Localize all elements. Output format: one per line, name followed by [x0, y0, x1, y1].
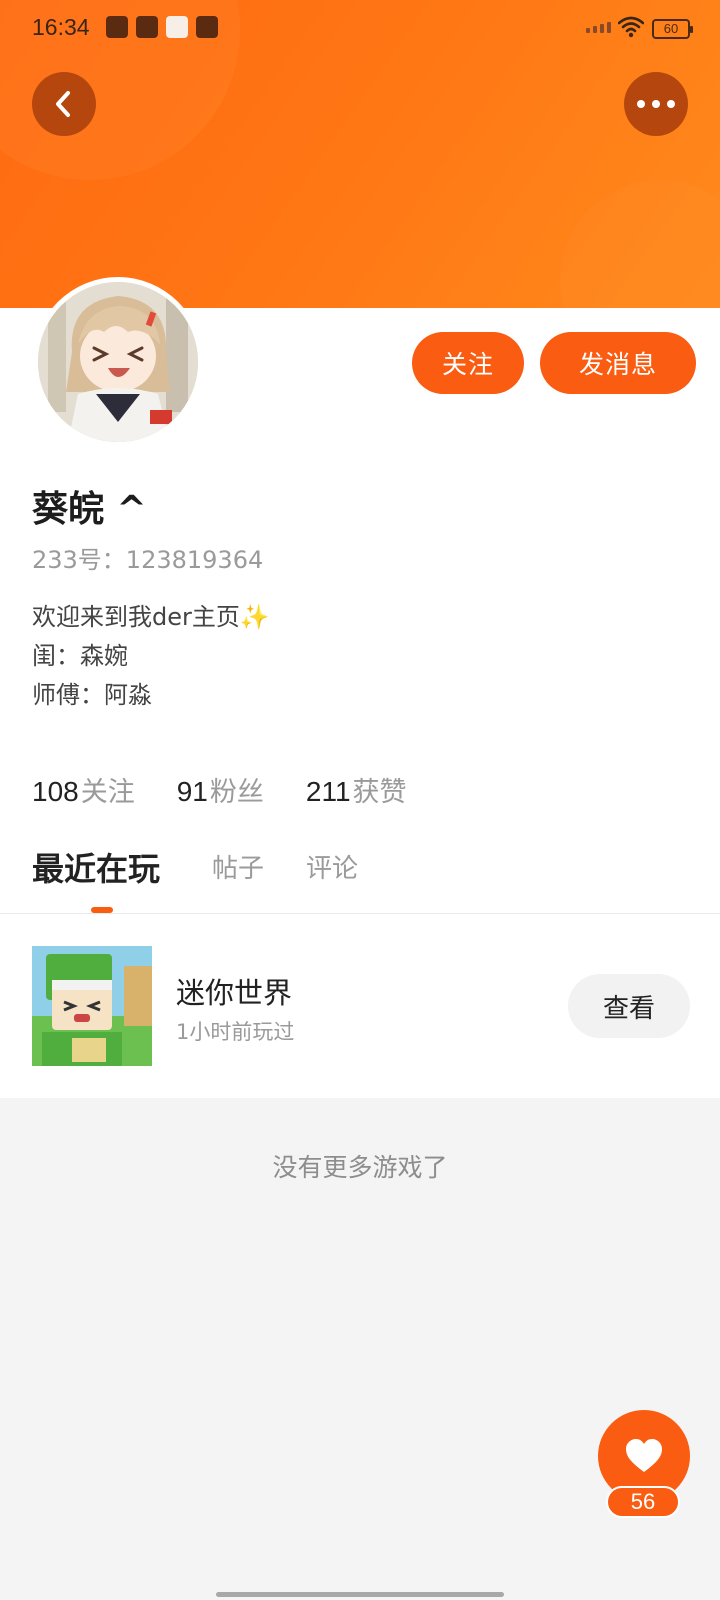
stat-following[interactable]: 108 关注	[32, 770, 135, 809]
stat-number: 211	[305, 776, 351, 807]
view-game-button[interactable]: 查看	[568, 974, 690, 1038]
battery-level: 60	[663, 21, 679, 36]
avatar-illustration	[38, 282, 198, 442]
more-dots-icon	[637, 100, 675, 108]
follow-button[interactable]: 关注	[412, 332, 524, 394]
signal-icon	[586, 22, 611, 33]
game-name: 迷你世界	[176, 976, 293, 1010]
like-count-badge: 56	[606, 1486, 680, 1518]
stat-number: 91	[176, 776, 208, 807]
game-thumbnail	[32, 946, 152, 1066]
tab-comments[interactable]: 评论	[306, 848, 358, 885]
game-last-played: 1小时前玩过	[176, 1020, 295, 1044]
game-list-item[interactable]: 迷你世界 1小时前玩过 查看	[0, 914, 720, 1098]
notification-app-icon	[106, 16, 128, 38]
back-button[interactable]	[32, 72, 96, 136]
sparkle-icon: ✨	[239, 603, 270, 631]
tab-recently-played[interactable]: 最近在玩	[32, 844, 160, 890]
status-time: 16:34	[32, 14, 90, 40]
profile-name: 葵皖 ^	[32, 489, 147, 530]
chevron-left-icon	[56, 91, 70, 117]
bio-line: 闺：森婉	[32, 642, 128, 670]
notification-app-icon	[196, 16, 218, 38]
wifi-icon	[618, 16, 644, 38]
notification-app-icon	[136, 16, 158, 38]
stat-label: 粉丝	[209, 777, 264, 808]
home-indicator[interactable]	[216, 1592, 504, 1597]
battery-icon: 60	[652, 19, 693, 39]
empty-list-text: 没有更多游戏了	[272, 1153, 448, 1182]
heart-icon	[626, 1439, 662, 1472]
stat-likes[interactable]: 211 获赞	[306, 770, 407, 809]
stat-followers[interactable]: 91 粉丝	[177, 770, 264, 809]
status-bar: 16:34 60	[0, 0, 720, 56]
profile-id: 233号：123819364	[32, 546, 264, 574]
send-message-button[interactable]: 发消息	[540, 332, 696, 394]
profile-page: 16:34 60 关注 发消息 葵皖 ^ 233号：123819364 欢迎来到…	[0, 0, 720, 1600]
bio-line: 师傅：阿淼	[32, 681, 152, 709]
stat-label: 获赞	[352, 777, 407, 808]
stat-label: 关注	[80, 777, 135, 808]
stat-number: 108	[32, 776, 79, 807]
tab-posts[interactable]: 帖子	[212, 848, 264, 885]
profile-stats: 108 关注 91 粉丝 211 获赞	[32, 770, 407, 809]
more-options-button[interactable]	[624, 72, 688, 136]
profile-bio: 欢迎来到我der主页✨ 闺：森婉 师傅：阿淼	[32, 598, 270, 715]
notification-app-icon	[166, 16, 188, 38]
bio-line: 欢迎来到我der主页✨	[32, 603, 270, 631]
avatar[interactable]	[33, 277, 203, 447]
